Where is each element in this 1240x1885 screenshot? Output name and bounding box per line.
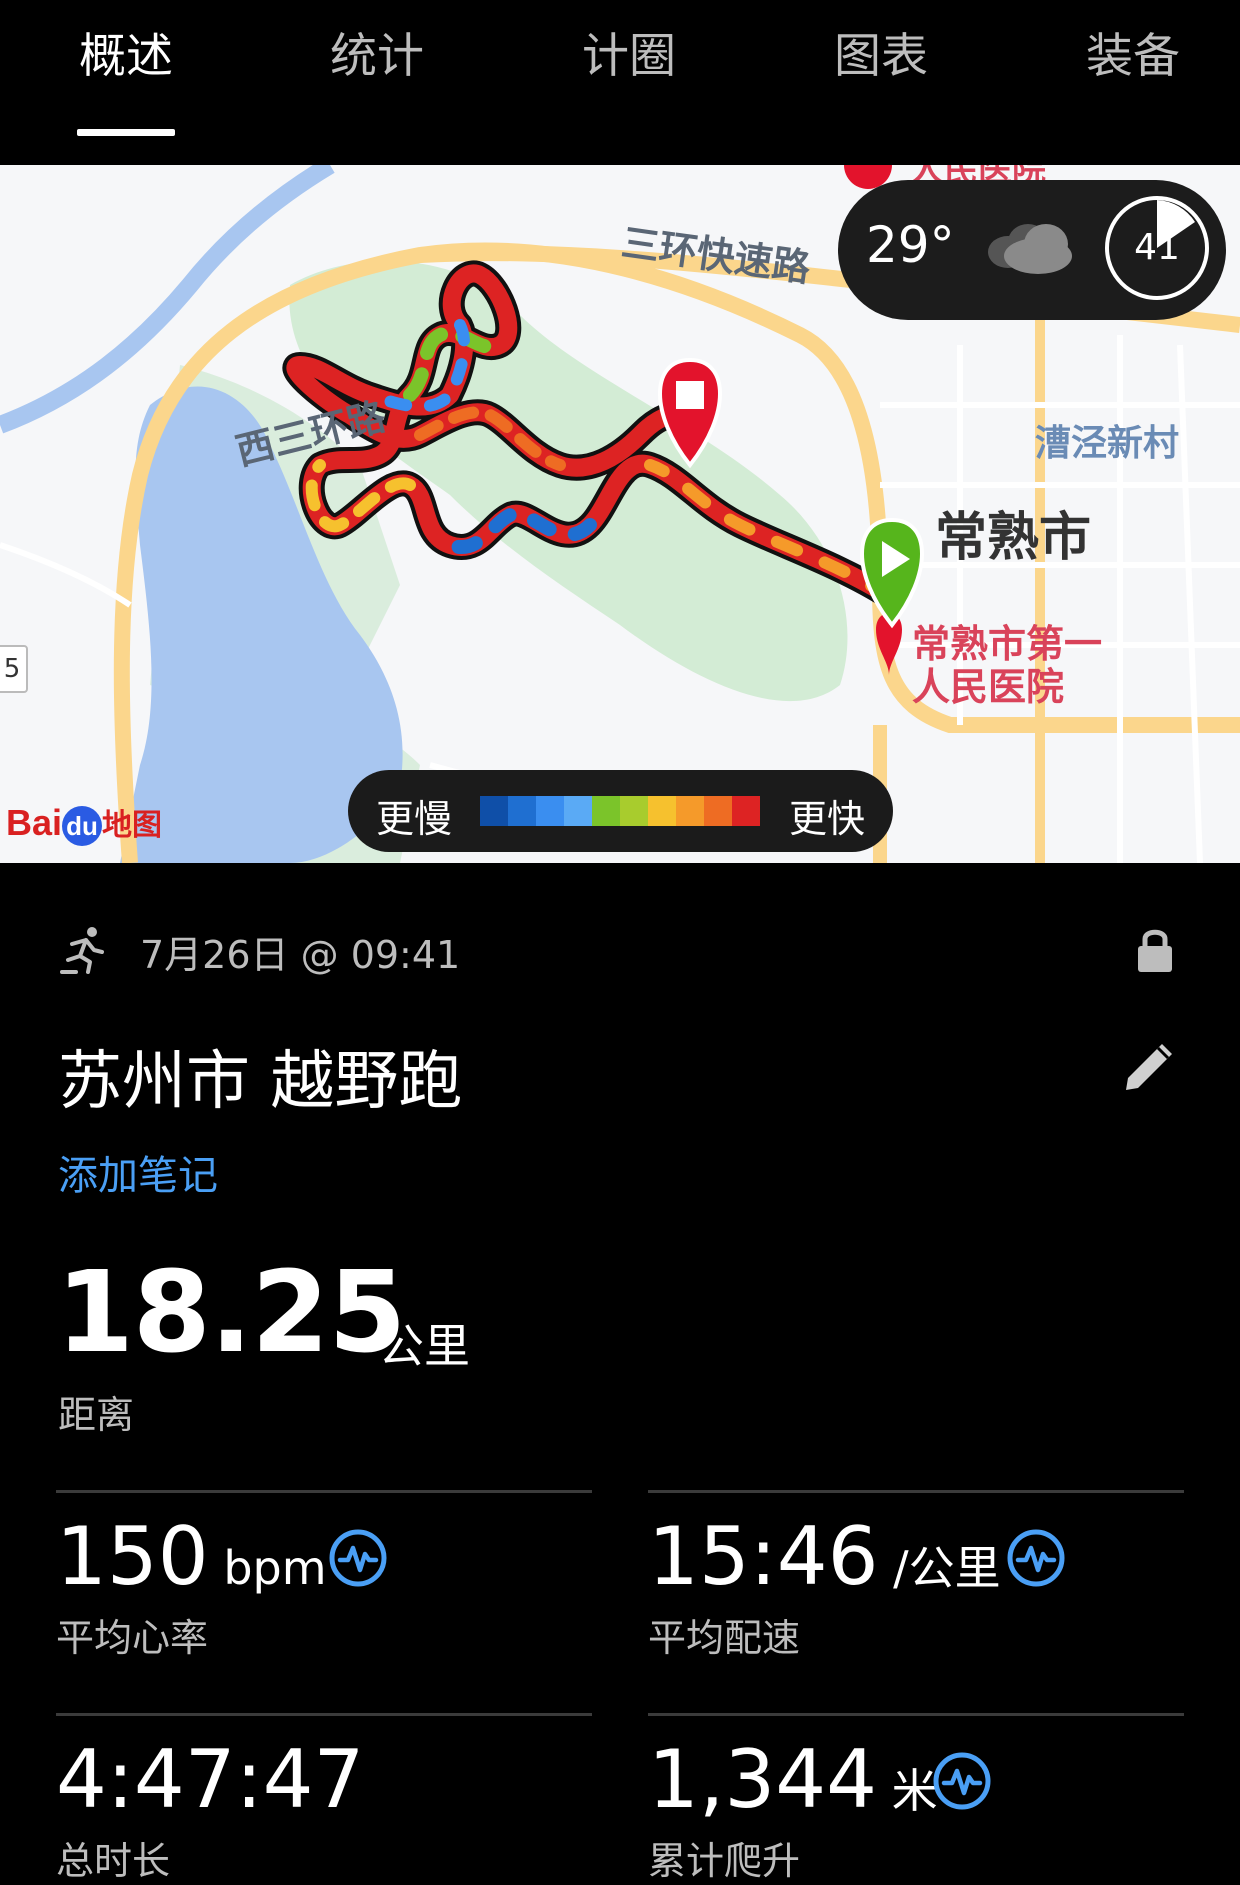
add-note-link[interactable]: 添加笔记 xyxy=(58,1143,218,1201)
weather-widget[interactable]: 29° 41 xyxy=(838,180,1226,320)
pace-color-swatch xyxy=(676,796,704,826)
divider xyxy=(648,1490,1184,1493)
distance-value: 18.25 xyxy=(56,1248,406,1378)
distance-label: 距离 xyxy=(58,1393,135,1437)
heart-rate-icon[interactable] xyxy=(932,1751,992,1811)
pace-color-swatch xyxy=(732,796,760,826)
activity-datetime: 7月26日 @ 09:41 xyxy=(140,933,461,977)
divider xyxy=(56,1713,592,1716)
pace-color-scale xyxy=(480,796,760,826)
tab-stats[interactable]: 统计 xyxy=(297,22,457,92)
activity-meta-row: 7月26日 @ 09:41 xyxy=(0,920,1240,980)
baidu-map-logo: Bai du 地图 xyxy=(6,800,162,846)
stat-label: 平均配速 xyxy=(648,1616,801,1660)
tab-overview[interactable]: 概述 xyxy=(46,22,206,92)
stat-value: 15:46 /公里 xyxy=(648,1510,1001,1603)
pace-color-swatch xyxy=(620,796,648,826)
pace-color-swatch xyxy=(592,796,620,826)
weather-temperature: 29° xyxy=(866,216,955,274)
distance-unit: 公里 xyxy=(378,1319,470,1373)
start-marker-icon[interactable] xyxy=(860,517,924,629)
legend-fast-label: 更快 xyxy=(788,797,865,841)
pace-color-swatch xyxy=(536,796,564,826)
place-label-village: 漕泾新村 xyxy=(1035,422,1179,463)
pace-color-swatch xyxy=(508,796,536,826)
pace-color-swatch xyxy=(480,796,508,826)
divider xyxy=(648,1713,1184,1716)
stat-value: 150 bpm xyxy=(56,1510,327,1603)
tab-gear[interactable]: 装备 xyxy=(1053,22,1213,92)
pace-legend: 更慢 更快 xyxy=(348,770,893,852)
place-label-city: 常熟市 xyxy=(935,509,1091,567)
tab-charts[interactable]: 图表 xyxy=(801,22,961,92)
activity-title: 苏州市 越野跑 xyxy=(58,1045,463,1119)
aqi-value: 41 xyxy=(1134,227,1180,268)
pace-color-swatch xyxy=(704,796,732,826)
pace-color-swatch xyxy=(564,796,592,826)
stat-label: 平均心率 xyxy=(56,1616,209,1660)
active-tab-indicator xyxy=(77,129,175,136)
stat-value: 1,344 米 xyxy=(648,1733,938,1826)
divider xyxy=(56,1490,592,1493)
tab-bar: 概述 统计 计圈 图表 装备 xyxy=(0,0,1240,165)
cloud-icon xyxy=(988,224,1072,274)
running-icon xyxy=(60,927,104,974)
stat-label: 累计爬升 xyxy=(648,1839,801,1883)
legend-slow-label: 更慢 xyxy=(376,797,453,841)
place-label-hospital-line1: 常熟市第一 xyxy=(912,624,1102,666)
stat-label: 总时长 xyxy=(56,1839,171,1883)
heart-rate-icon[interactable] xyxy=(328,1528,388,1588)
road-number-badge: 5 xyxy=(0,645,28,693)
pace-color-swatch xyxy=(648,796,676,826)
heart-rate-icon[interactable] xyxy=(1006,1528,1066,1588)
tab-laps[interactable]: 计圈 xyxy=(549,22,709,92)
stat-value: 4:47:47 xyxy=(56,1733,365,1826)
edit-pencil-icon[interactable] xyxy=(1118,1036,1180,1098)
lock-icon[interactable] xyxy=(1135,926,1175,974)
place-label-hospital-line2: 人民医院 xyxy=(912,667,1064,709)
route-map[interactable]: 西三环路 三环快速路 漕泾新村 常熟市 常熟市第一 人民医院 人民医院 5 29… xyxy=(0,165,1240,863)
